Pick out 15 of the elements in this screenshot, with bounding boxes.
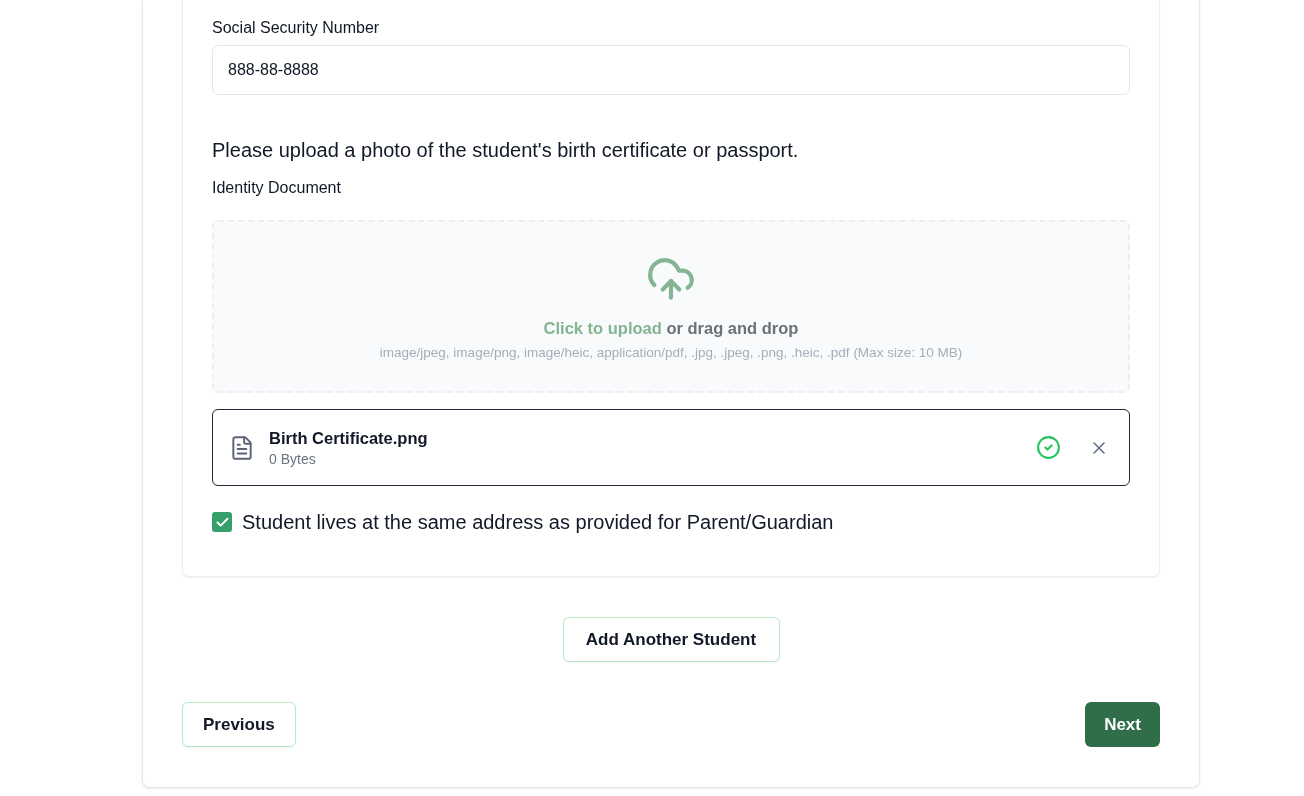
file-type-hint: image/jpeg, image/png, image/heic, application/pdf, .jpg, .jpeg, .png, .heic, .pdf (Max size: 10 MB) — [379, 344, 963, 362]
upload-instruction: Please upload a photo of the student's birth certificate or passport. — [212, 138, 799, 163]
field-label: Identity Document — [212, 178, 341, 198]
add-student-button[interactable]: Add Another Student — [562, 617, 780, 662]
same-address-checkbox[interactable] — [212, 512, 232, 532]
file-size: 0 Bytes — [269, 449, 316, 469]
upload-dropzone[interactable]: Click to upload or drag and drop image/jpeg, image/png, image/heic, application/pdf, .jpg, .jpeg, .png, .heic, .pdf (Max size: 10 MB) — [212, 220, 1130, 393]
checkbox-label: Student lives at the same address as provided for Parent/Guardian — [242, 510, 834, 535]
ssn-input[interactable]: 888-88-8888 — [212, 45, 1130, 95]
next-button[interactable]: Next — [1085, 702, 1160, 747]
document-icon — [229, 434, 255, 461]
previous-button[interactable]: Previous — [182, 702, 296, 747]
file-name: Birth Certificate.png — [269, 427, 428, 449]
upload-text: Click to upload or drag and drop — [543, 318, 799, 339]
field-label: Social Security Number — [212, 18, 380, 38]
